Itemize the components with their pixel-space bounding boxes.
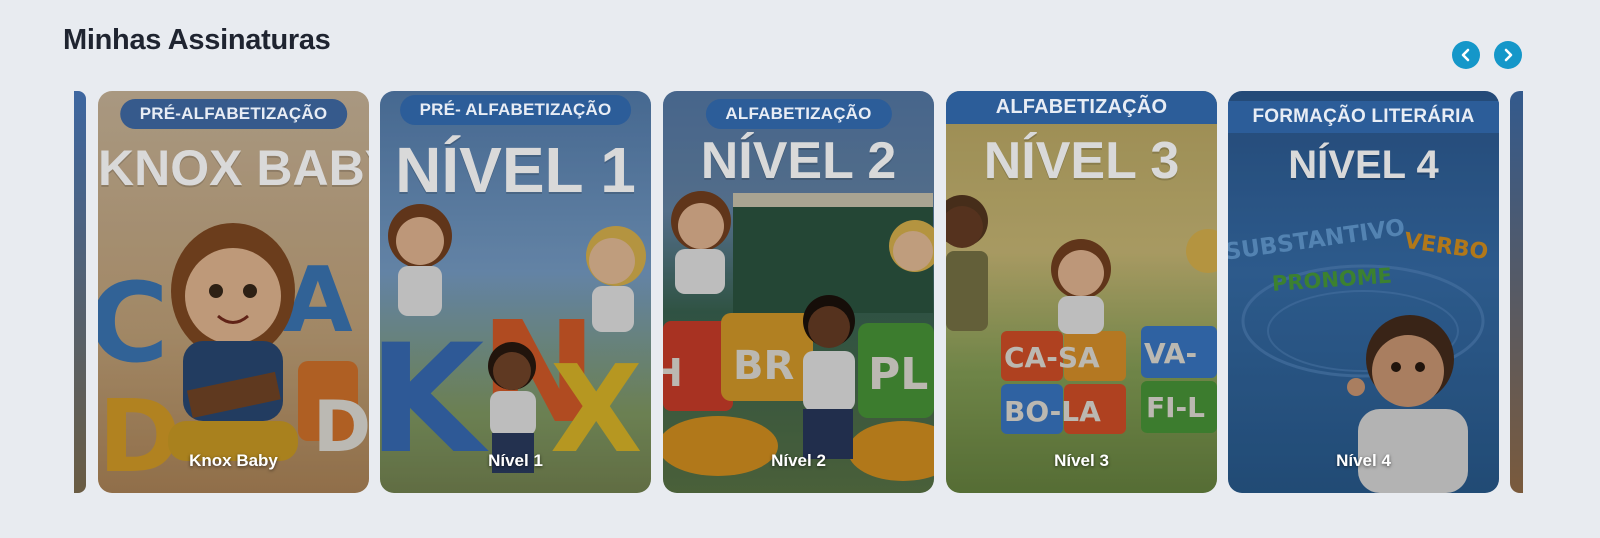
subscription-card-nivel-2[interactable]: H BR PL ALFABETIZAÇÃO NÍVEL 2 Nível 2 [663, 91, 934, 493]
card-caption: Nível 1 [488, 451, 543, 470]
card-headline: NÍVEL 1 [395, 134, 636, 206]
partial-card-right[interactable] [1510, 91, 1523, 493]
carousel-next-button[interactable] [1494, 41, 1522, 69]
card-headline: NÍVEL 4 [1288, 143, 1439, 187]
subscription-card-nivel-3[interactable]: CA-SA VA- BO-LA FI-L ALFABETIZAÇÃO NÍVEL… [946, 91, 1217, 493]
card-badge: PRÉ- ALFABETIZAÇÃO [399, 95, 632, 125]
subscription-card-nivel-1[interactable]: K N X PRÉ- ALFABETIZAÇÃO NÍVEL 1 Nível 1 [380, 91, 651, 493]
card-caption: Nível 2 [771, 451, 826, 470]
chevron-right-icon [1504, 48, 1513, 62]
card-caption: Knox Baby [189, 451, 278, 470]
card-caption: Nível 4 [1336, 451, 1391, 470]
subscriptions-carousel[interactable]: C D A D PRÉ-ALFABETIZAÇÃO KNOX BABY Knox… [74, 91, 1523, 493]
card-badge: PRÉ-ALFABETIZAÇÃO [119, 99, 348, 129]
card-badge: ALFABETIZAÇÃO [946, 91, 1217, 124]
carousel-prev-button[interactable] [1452, 41, 1480, 69]
card-badge: FORMAÇÃO LITERÁRIA [1228, 101, 1499, 133]
card-badge: ALFABETIZAÇÃO [705, 99, 892, 129]
subscription-card-knox-baby[interactable]: C D A D PRÉ-ALFABETIZAÇÃO KNOX BABY Knox… [98, 91, 369, 493]
card-headline: KNOX BABY [98, 140, 369, 196]
chevron-left-icon [1461, 48, 1470, 62]
section-title: Minhas Assinaturas [63, 24, 331, 56]
partial-card-left[interactable] [74, 91, 86, 493]
card-headline: NÍVEL 2 [700, 132, 897, 190]
card-headline: NÍVEL 3 [983, 132, 1180, 190]
card-caption: Nível 3 [1054, 451, 1109, 470]
subscription-card-nivel-4[interactable]: SUBSTANTIVO VERBO PRONOME FORMAÇÃO LITER… [1228, 91, 1499, 493]
